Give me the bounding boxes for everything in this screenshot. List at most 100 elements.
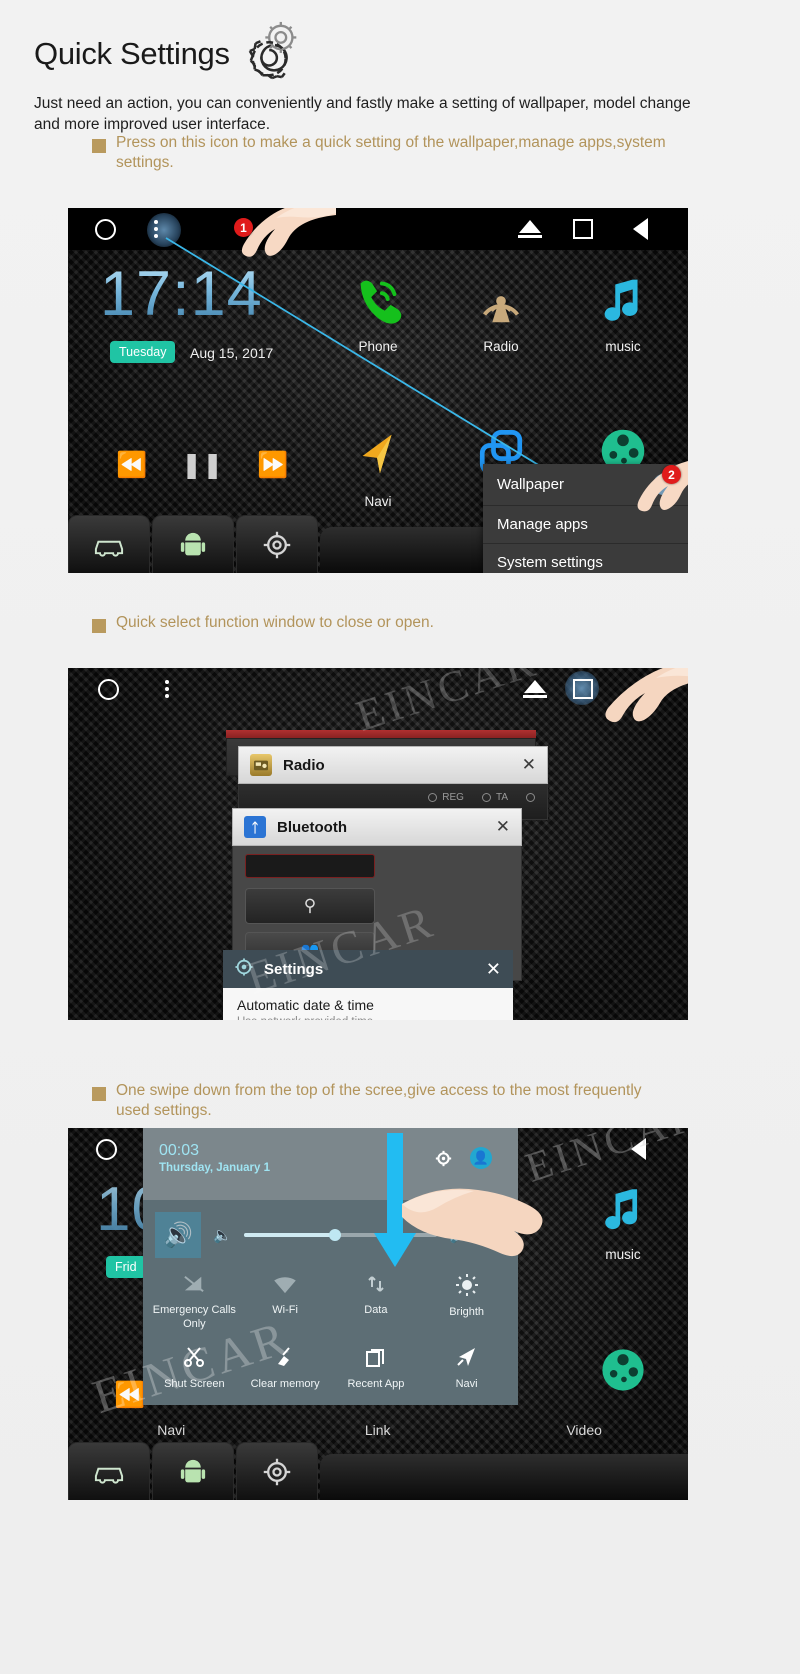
screenshot-panel-quicksettings: 10 Frid music ⏪ Navi Link Video EINCAR E… xyxy=(68,1128,688,1500)
tabstrip-filler xyxy=(320,1454,688,1500)
home-clock: 17:14 xyxy=(100,259,263,329)
app-video-background[interactable] xyxy=(568,1340,678,1405)
tile-shut-screen[interactable]: Shut Screen xyxy=(149,1346,240,1392)
tile-label: Wi-Fi xyxy=(272,1304,298,1316)
circle-icon[interactable] xyxy=(98,678,119,700)
slider-knob[interactable] xyxy=(328,1229,341,1241)
tab-car[interactable] xyxy=(68,1442,150,1500)
back-triangle-icon[interactable] xyxy=(633,218,648,240)
screenshot-panel-recents: EINCAR EINCAR PDF RepliGo Reader ✕ Radio… xyxy=(68,668,688,1020)
volume-max-icon[interactable]: 🔊 xyxy=(155,1212,201,1258)
back-triangle-icon[interactable] xyxy=(631,1138,646,1160)
close-icon[interactable]: ✕ xyxy=(486,959,501,980)
tile-label: Clear memory xyxy=(250,1377,320,1390)
tile-label: Recent App xyxy=(347,1377,405,1390)
broom-icon xyxy=(240,1346,331,1376)
app-label: music xyxy=(605,339,641,354)
menu-item-wallpaper[interactable]: Wallpaper xyxy=(483,464,688,506)
gear-icon xyxy=(263,531,291,558)
page-title: Quick Settings xyxy=(34,36,230,71)
quick-settings-page: Quick Settings Just need an action, you … xyxy=(0,0,800,1674)
gear-icon[interactable] xyxy=(435,1150,452,1172)
tile-label: Emergency Calls Only xyxy=(152,1304,236,1330)
tile-wifi[interactable]: Wi-Fi xyxy=(240,1274,331,1332)
app-label: Radio xyxy=(483,339,519,354)
app-music[interactable]: music xyxy=(568,268,678,354)
step-badge-2: 2 xyxy=(662,465,681,484)
tile-emergency-calls[interactable]: Emergency Calls Only xyxy=(149,1274,240,1332)
app-window-settings[interactable]: Settings ✕ Automatic date & time Use net… xyxy=(223,950,513,1020)
quick-settings-menu[interactable]: Wallpaper Manage apps System settings xyxy=(483,464,688,573)
day-chip: Tuesday xyxy=(110,341,176,363)
android-icon xyxy=(180,532,206,555)
circle-icon[interactable] xyxy=(95,218,116,240)
volume-up-icon[interactable]: 🔊 xyxy=(449,1226,468,1244)
setting-subtitle: Use network provided time xyxy=(237,1016,499,1020)
recent-apps-icon xyxy=(331,1346,422,1376)
circle-icon[interactable] xyxy=(96,1138,117,1160)
radio-tower-icon xyxy=(482,296,520,323)
brightness-icon xyxy=(421,1274,512,1304)
menu-item-label: System settings xyxy=(497,554,603,571)
tile-brightness[interactable]: Brighth xyxy=(421,1274,512,1332)
search-icon[interactable]: ⚲ xyxy=(245,888,375,924)
tile-data[interactable]: Data xyxy=(331,1274,422,1332)
square-icon[interactable] xyxy=(565,671,599,705)
close-icon[interactable]: ✕ xyxy=(496,817,510,837)
bluetooth-input-field[interactable] xyxy=(245,854,375,878)
app-navi[interactable]: Navi xyxy=(323,423,433,509)
signal-off-icon xyxy=(149,1274,240,1302)
radio-app-icon xyxy=(250,754,272,776)
tile-label: Shut Screen xyxy=(164,1377,225,1390)
tile-label: Navi xyxy=(455,1377,478,1390)
tile-clear-memory[interactable]: Clear memory xyxy=(240,1346,331,1392)
tile-recent-app[interactable]: Recent App xyxy=(331,1346,422,1392)
fast-forward-icon[interactable]: ⏩ xyxy=(257,453,288,478)
wifi-icon xyxy=(240,1274,331,1302)
square-icon[interactable] xyxy=(573,219,593,239)
app-phone[interactable]: Phone xyxy=(323,268,433,354)
window-title: Radio xyxy=(283,756,325,774)
tab-settings[interactable] xyxy=(236,1442,318,1500)
rewind-icon[interactable]: ⏪ xyxy=(114,1383,145,1408)
tab-car[interactable] xyxy=(68,515,150,573)
caption-two-text: Quick select function window to close or… xyxy=(116,614,434,631)
page-header: Quick Settings Just need an action, you … xyxy=(0,0,800,136)
bullet-square xyxy=(92,139,106,153)
caption-two: Quick select function window to close or… xyxy=(92,613,434,633)
pause-icon[interactable]: ❚❚ xyxy=(181,453,223,478)
tile-label: Data xyxy=(364,1304,388,1316)
volume-row[interactable]: 🔊 🔈 🔊 10 xyxy=(143,1200,518,1272)
eject-icon[interactable] xyxy=(518,220,542,238)
volume-low-icon[interactable]: 🔈 xyxy=(213,1226,232,1244)
menu-item-manage-apps[interactable]: Manage apps xyxy=(483,506,688,544)
bottom-label-link: Link xyxy=(364,1422,391,1438)
menu-item-system-settings[interactable]: System settings xyxy=(483,544,688,573)
menu-item-label: Manage apps xyxy=(497,516,588,533)
intro-text: Just need an action, you can convenientl… xyxy=(34,95,691,133)
settings-row[interactable]: Automatic date & time Use network provid… xyxy=(223,988,513,1020)
bottom-tabstrip xyxy=(68,1440,688,1500)
tab-android[interactable] xyxy=(152,1442,234,1500)
swipe-down-arrow-icon xyxy=(374,1133,416,1267)
eject-icon[interactable] xyxy=(523,680,547,698)
caption-three-text: One swipe down from the top of the scree… xyxy=(116,1082,642,1120)
overflow-dots-icon[interactable] xyxy=(147,213,181,247)
tab-android[interactable] xyxy=(152,515,234,573)
caption-three: One swipe down from the top of the scree… xyxy=(92,1081,676,1122)
app-label: music xyxy=(605,1247,641,1262)
car-icon xyxy=(94,540,124,557)
user-avatar-icon[interactable]: 👤 xyxy=(470,1147,492,1169)
gear-icon xyxy=(263,1458,291,1485)
close-icon[interactable]: ✕ xyxy=(522,755,536,775)
menu-item-label: Wallpaper xyxy=(497,476,564,493)
tab-settings[interactable] xyxy=(236,515,318,573)
rewind-icon[interactable]: ⏪ xyxy=(116,453,147,478)
overflow-dots-icon[interactable] xyxy=(165,680,169,698)
tile-navi[interactable]: Navi xyxy=(421,1346,512,1392)
app-music-background[interactable]: music xyxy=(568,1178,678,1262)
quick-settings-shade[interactable]: 00:03 Thursday, January 1 👤 🔊 🔈 🔊 10 Eme… xyxy=(143,1128,518,1406)
radio-label-ta: TA xyxy=(495,792,508,803)
app-radio[interactable]: Radio xyxy=(446,268,556,354)
window-title: Settings xyxy=(264,960,324,978)
